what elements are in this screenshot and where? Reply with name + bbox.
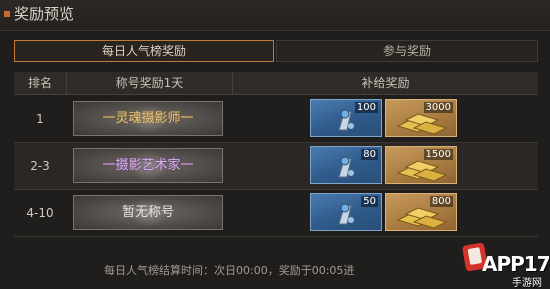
item-quantity: 100: [354, 102, 378, 113]
settlement-note: 每日人气榜结算时间：次日00:00，奖励于00:05进: [104, 264, 355, 277]
table-row: 1 一灵魂摄影师一 100 3000: [14, 96, 538, 143]
rank-cell: 4-10: [26, 206, 54, 220]
watermark-sub: 手游网: [512, 278, 542, 289]
supply-item-gold[interactable]: 3000: [385, 99, 457, 137]
title-badge-text: 暂无称号: [121, 205, 174, 220]
title-badge[interactable]: 暂无称号: [73, 195, 223, 230]
tab-participation[interactable]: 参与奖励: [276, 40, 538, 62]
rank-cell: 2-3: [30, 159, 50, 173]
item-quantity: 50: [361, 196, 378, 207]
title-badge[interactable]: 一灵魂摄影师一: [73, 101, 223, 136]
supply-item-gold[interactable]: 800: [385, 193, 457, 231]
title-badge-text: 一灵魂摄影师一: [102, 111, 194, 126]
watermark-brand: APP178: [482, 252, 550, 276]
header-supply-reward: 补给奖励: [361, 76, 410, 90]
header-marker-icon: [4, 11, 10, 17]
supply-item-blue[interactable]: 50: [310, 193, 382, 231]
item-quantity: 80: [361, 149, 378, 160]
rank-cell: 1: [36, 112, 44, 126]
title-badge-text: 一摄影艺术家一: [102, 158, 194, 173]
panel-title: 奖励预览: [14, 5, 75, 23]
header-title-reward: 称号奖励1天: [115, 76, 184, 90]
item-quantity: 1500: [423, 149, 453, 160]
watermark-logo: APP178 手游网: [461, 242, 550, 289]
table-header: 排名 称号奖励1天 补给奖励: [14, 72, 538, 95]
table-row: 2-3 一摄影艺术家一 80 1500: [14, 143, 538, 190]
tab-daily-popularity[interactable]: 每日人气榜奖励: [14, 40, 274, 62]
supply-item-gold[interactable]: 1500: [385, 146, 457, 184]
item-quantity: 3000: [423, 102, 453, 113]
item-quantity: 800: [429, 196, 453, 207]
header-rank: 排名: [27, 76, 52, 90]
table-row: 4-10 暂无称号 50 800: [14, 190, 538, 237]
title-badge[interactable]: 一摄影艺术家一: [73, 148, 223, 183]
supply-item-blue[interactable]: 100: [310, 99, 382, 137]
panel-header: 奖励预览: [0, 0, 550, 31]
supply-item-blue[interactable]: 80: [310, 146, 382, 184]
reward-tabs: 每日人气榜奖励 参与奖励: [14, 40, 538, 62]
